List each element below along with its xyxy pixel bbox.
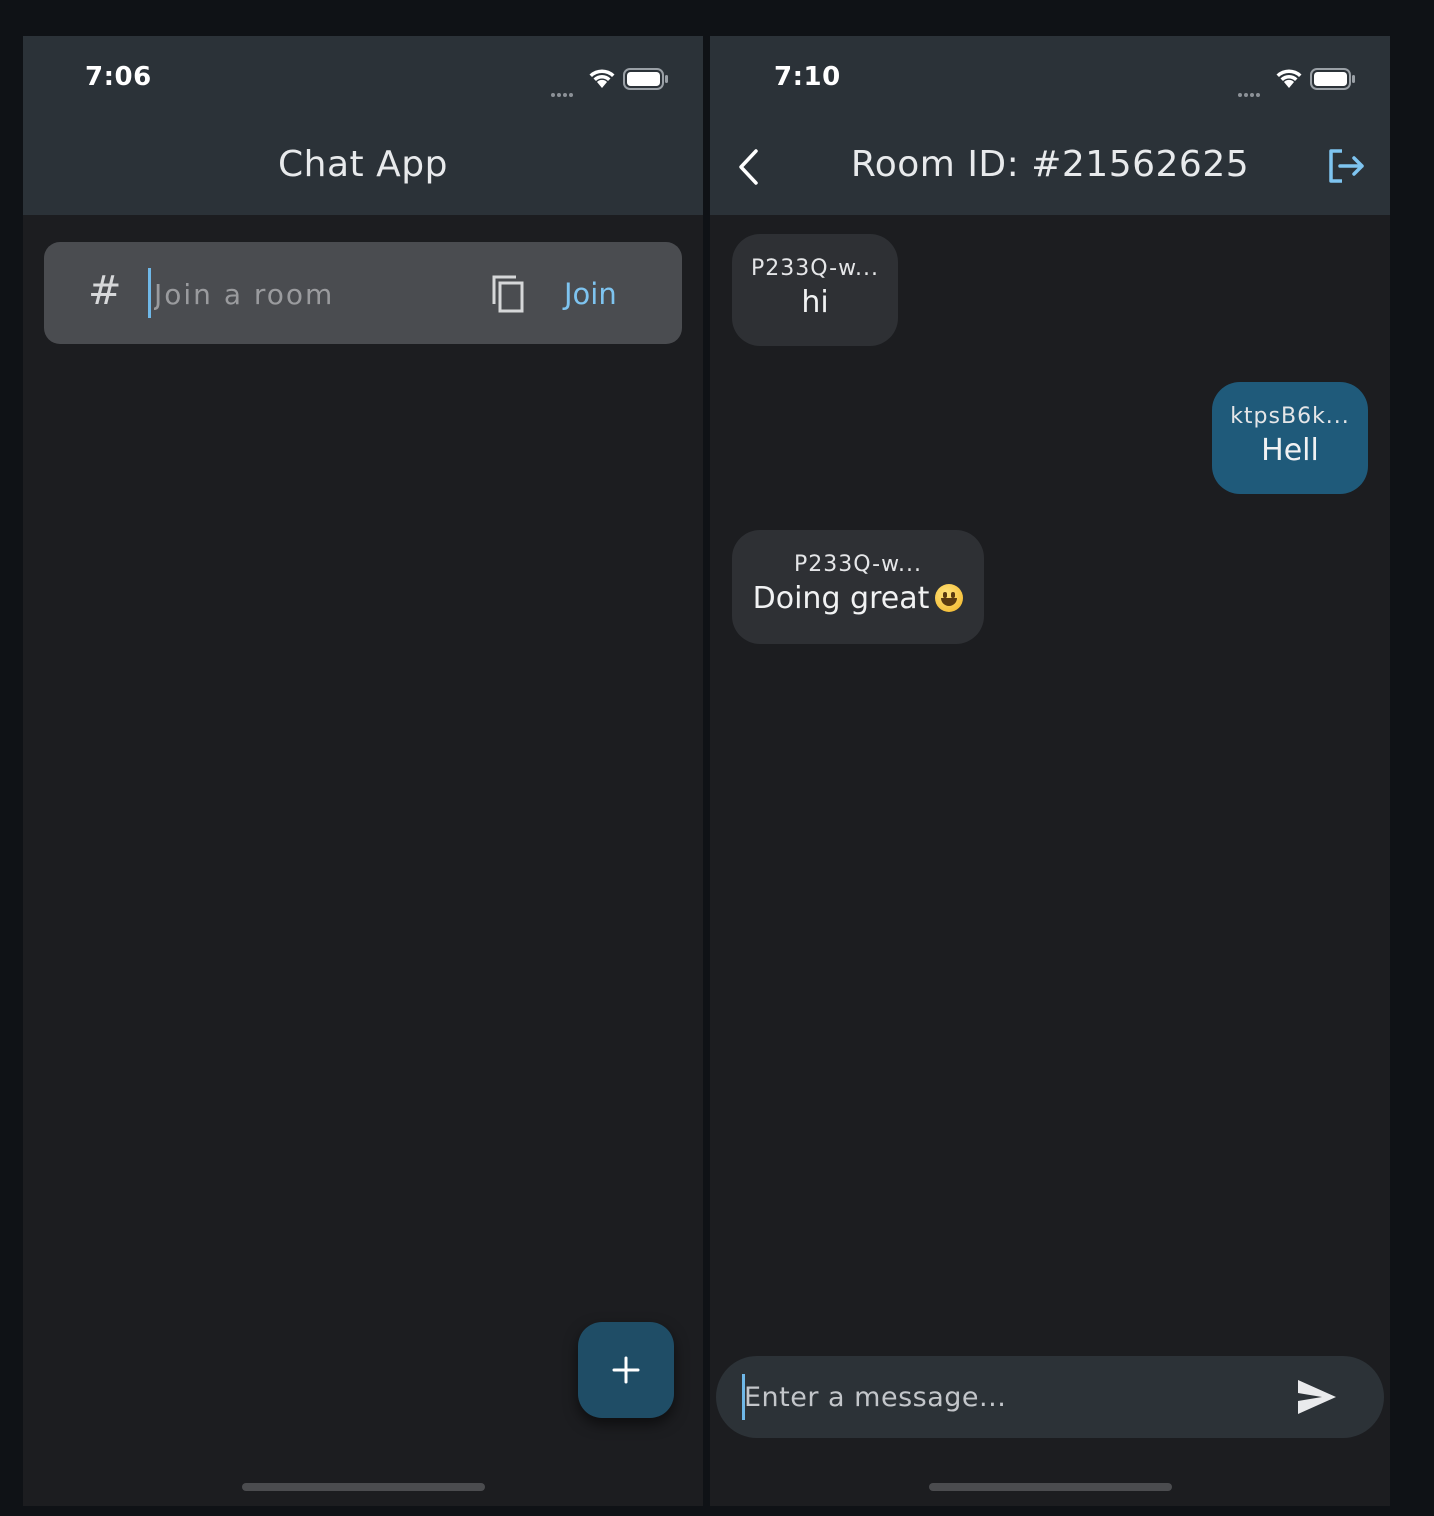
join-button[interactable]: Join: [564, 272, 660, 316]
hash-icon: #: [88, 268, 122, 314]
join-room-field: # Join: [44, 242, 682, 344]
status-time: 7:06: [85, 62, 152, 92]
message-sender: ktpsB6k...: [1230, 404, 1350, 429]
battery-icon: [623, 68, 668, 90]
plus-icon: [612, 1356, 640, 1384]
app-bar: 7:10 Room ID: #21562625: [710, 36, 1390, 215]
message-bubble: P233Q-w... hi: [732, 234, 898, 346]
message-sender: P233Q-w...: [793, 552, 923, 577]
message-bubble-own: ktpsB6k... Hell: [1212, 382, 1368, 494]
chat-room-screen: 7:10 Room ID: #21562625 P233Q-w... hi kt…: [710, 36, 1390, 1506]
status-icons: [543, 64, 673, 97]
room-title: Room ID: #21562625: [850, 144, 1250, 185]
message-composer: [716, 1356, 1384, 1438]
grinning-face-icon: [935, 584, 964, 612]
send-icon[interactable]: [1296, 1378, 1338, 1416]
home-indicator: [929, 1483, 1172, 1491]
message-bubble: P233Q-w... Doing great: [732, 530, 984, 644]
signal-icon: [1238, 82, 1262, 101]
copy-icon[interactable]: [490, 274, 526, 314]
signal-icon: [551, 82, 575, 101]
page-title: Chat App: [278, 144, 448, 185]
app-bar: 7:06 Chat App: [23, 36, 703, 215]
message-input[interactable]: [742, 1374, 1274, 1420]
home-screen: 7:06 Chat App # Join: [23, 36, 703, 1506]
room-id-input[interactable]: [148, 270, 454, 318]
create-room-button[interactable]: [578, 1322, 674, 1418]
battery-icon: [1310, 68, 1355, 90]
status-icons: [1230, 64, 1360, 97]
logout-icon[interactable]: [1326, 148, 1366, 184]
home-indicator: [242, 1483, 485, 1491]
message-text: Doing great: [752, 581, 930, 616]
message-sender: P233Q-w...: [750, 256, 880, 281]
status-time: 7:10: [774, 62, 841, 92]
message-text: Hell: [1261, 433, 1319, 468]
wifi-icon: [1276, 69, 1302, 88]
message-text-row: Doing great: [732, 581, 984, 616]
wifi-icon: [589, 69, 615, 88]
message-text: hi: [801, 285, 829, 320]
